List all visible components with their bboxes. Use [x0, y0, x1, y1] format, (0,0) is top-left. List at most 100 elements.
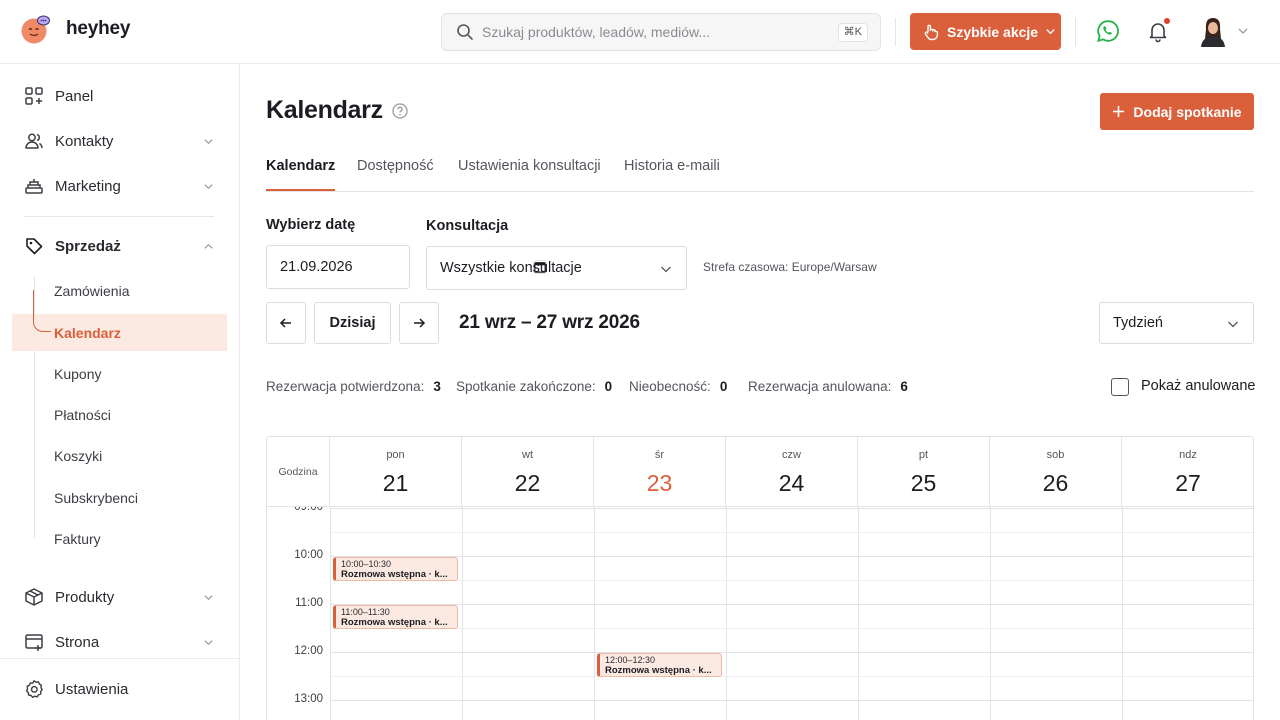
consultation-select[interactable]: Wszystkie konsultacje — [426, 246, 687, 290]
day-date: 24 — [778, 470, 805, 496]
today-button[interactable]: Dzisiaj — [314, 302, 391, 344]
sidebar-subitem-orders[interactable]: Zamówienia — [54, 283, 129, 299]
add-meeting-label: Dodaj spotkanie — [1133, 103, 1242, 120]
help-icon[interactable] — [392, 103, 408, 119]
event-time: 11:00–11:30 — [341, 607, 390, 617]
chevron-down-icon — [204, 138, 213, 144]
chevron-up-icon — [204, 243, 213, 249]
quick-actions-label: Szybkie akcje — [947, 23, 1039, 40]
sidebar-item-panel[interactable]: Panel — [24, 82, 216, 110]
show-cancelled-label[interactable]: Pokaż anulowane — [1141, 378, 1255, 394]
sidebar-item-marketing[interactable]: Marketing — [24, 172, 216, 200]
event-title: Rozmowa wstępna · k... — [605, 665, 712, 676]
half-hour-line — [330, 580, 1253, 581]
day-name: wt — [522, 449, 533, 461]
today-label: Dzisiaj — [329, 315, 376, 331]
divider — [1075, 18, 1076, 46]
sidebar-subitem-payments[interactable]: Płatności — [54, 407, 111, 423]
calendar-event[interactable]: 10:00–10:30 Rozmowa wstępna · k... — [333, 557, 458, 581]
hour-label: 12:00 — [294, 645, 323, 657]
date-value: 21.09.2026 — [280, 259, 353, 275]
calendar-event[interactable]: 11:00–11:30 Rozmowa wstępna · k... — [333, 605, 458, 629]
divider — [895, 18, 896, 46]
day-header[interactable]: wt 22 — [462, 437, 594, 507]
user-avatar[interactable] — [1198, 15, 1228, 47]
logo[interactable]: heyhey — [20, 14, 130, 44]
calendar-event[interactable]: 12:00–12:30 Rozmowa wstępna · k... — [597, 653, 722, 677]
half-hour-line — [330, 532, 1253, 533]
prev-week-button[interactable] — [266, 302, 306, 344]
sidebar-subitem-coupons[interactable]: Kupony — [54, 366, 101, 382]
show-cancelled-checkbox[interactable] — [1111, 378, 1129, 396]
day-name: czw — [782, 449, 801, 461]
stat-label: Rezerwacja anulowana: — [748, 379, 892, 394]
tab-calendar[interactable]: Kalendarz — [266, 158, 336, 191]
tab-availability[interactable]: Dostępność — [357, 158, 434, 191]
day-name: sob — [1046, 449, 1065, 461]
quick-actions-button[interactable]: Szybkie akcje — [910, 13, 1061, 50]
stat-value: 0 — [719, 379, 728, 394]
chevron-down-icon — [1228, 321, 1238, 328]
sidebar-item-sales[interactable]: Sprzedaż — [24, 232, 216, 260]
search-placeholder: Szukaj produktów, leadów, mediów... — [482, 24, 711, 40]
stat-value: 0 — [604, 379, 613, 394]
column-line — [462, 507, 463, 720]
calendar-header: Godzina pon 21 wt 22 śr 23 czw 24 pt 25 sob 26 ndz 27 — [267, 437, 1253, 507]
sidebar-item-label: Ustawienia — [55, 680, 129, 698]
column-line — [726, 507, 727, 720]
tab-consultation-settings[interactable]: Ustawienia konsultacji — [458, 158, 601, 191]
stat-label: Rezerwacja potwierdzona: — [266, 379, 425, 394]
stat-completed: Spotkanie zakończone: 0 — [456, 379, 612, 394]
active-submenu-indicator — [33, 290, 51, 332]
hour-line — [330, 508, 1253, 509]
column-line — [990, 507, 991, 720]
hour-line — [330, 700, 1253, 701]
sidebar-item-website[interactable]: Strona — [24, 628, 216, 656]
page-title: Kalendarz — [266, 96, 383, 124]
day-header[interactable]: czw 24 — [726, 437, 858, 507]
date-label: Wybierz datę — [266, 217, 356, 233]
chevron-down-icon — [1046, 29, 1055, 35]
sidebar-subitem-subscribers[interactable]: Subskrybenci — [54, 490, 138, 506]
add-meeting-button[interactable]: Dodaj spotkanie — [1100, 93, 1254, 130]
column-line — [1122, 507, 1123, 720]
sidebar-item-contacts[interactable]: Kontakty — [24, 127, 216, 155]
date-picker[interactable]: 21.09.2026 — [266, 245, 547, 289]
whatsapp-icon[interactable] — [1096, 19, 1120, 43]
day-date: 23 — [646, 470, 673, 496]
tag-icon — [26, 238, 43, 255]
box-icon — [25, 588, 43, 606]
next-week-button[interactable] — [399, 302, 439, 344]
browser-icon — [25, 634, 43, 651]
timezone-note: Strefa czasowa: Europe/Warsaw — [703, 260, 877, 274]
stat-cancelled: Rezerwacja anulowana: 6 — [748, 379, 908, 394]
day-header[interactable]: pon 21 — [330, 437, 462, 507]
chevron-down-icon[interactable] — [1237, 25, 1249, 37]
view-select[interactable]: Tydzień — [1099, 302, 1254, 344]
day-date: 21 — [382, 470, 409, 496]
day-name: pt — [918, 449, 929, 461]
sidebar-subitem-calendar[interactable]: Kalendarz — [54, 325, 121, 341]
stat-label: Nieobecność: — [629, 379, 711, 394]
sidebar-item-settings[interactable]: Ustawienia — [24, 675, 216, 703]
day-header[interactable]: sob 26 — [990, 437, 1122, 507]
tab-email-history[interactable]: Historia e-maili — [624, 158, 720, 191]
day-date: 26 — [1042, 470, 1069, 496]
users-icon — [25, 133, 43, 149]
half-hour-line — [330, 676, 1253, 677]
grid-icon — [25, 87, 43, 105]
stat-value: 6 — [900, 379, 908, 394]
day-name: ndz — [1179, 449, 1197, 461]
sidebar: Panel Kontakty Marketing Sprzedaż Zamówi… — [0, 64, 240, 720]
day-header[interactable]: śr 23 — [594, 437, 726, 507]
sidebar-subitem-carts[interactable]: Koszyki — [54, 448, 102, 464]
day-header[interactable]: pt 25 — [858, 437, 990, 507]
sidebar-item-products[interactable]: Produkty — [24, 583, 216, 611]
day-name: śr — [654, 449, 665, 461]
search-bar[interactable]: Szukaj produktów, leadów, mediów... ⌘K — [441, 13, 881, 51]
sidebar-subitem-invoices[interactable]: Faktury — [54, 531, 101, 547]
day-header[interactable]: ndz 27 — [1122, 437, 1253, 507]
chevron-down-icon — [204, 183, 213, 189]
event-time: 12:00–12:30 — [605, 655, 656, 665]
sidebar-item-label: Marketing — [55, 177, 121, 195]
